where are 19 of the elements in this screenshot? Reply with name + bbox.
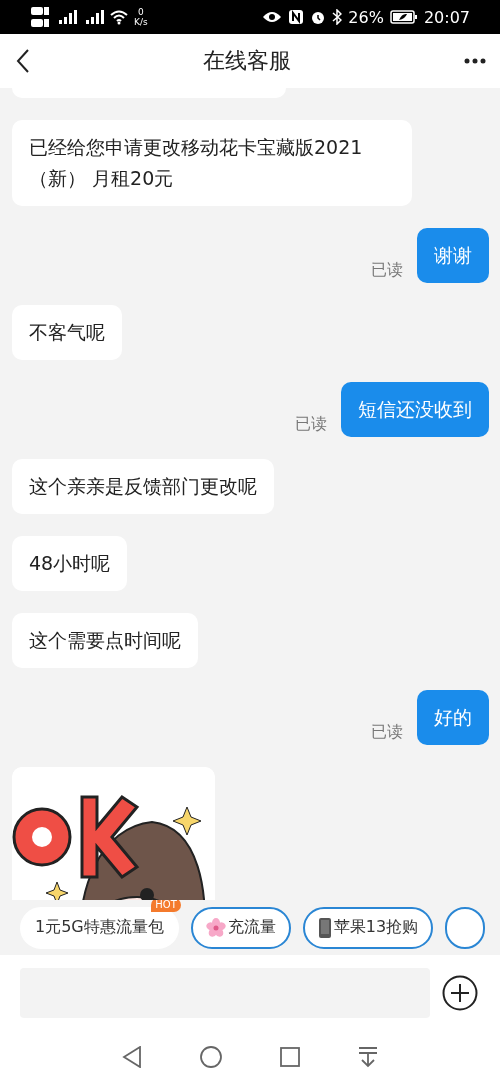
read-status: 已读 [371,722,403,743]
message-bubble: 已经给您申请更改移动花卡宝藏版2021（新） 月租20元 [12,120,412,206]
clock-time: 20:07 [423,7,470,27]
read-status: 已读 [371,260,403,281]
message-bubble: 谢谢 [417,228,489,283]
hot-badge: HOT [151,900,181,912]
message-bubble: 不客气呢 [12,305,122,360]
quick-reply-chip[interactable]: 苹果13抢购 [302,906,434,949]
speed-unit: K/s [134,17,148,27]
network-speed: 0 [137,7,144,17]
message-bubble: 这个亲亲是反馈部门更改呢 [12,459,274,514]
read-status: 已读 [295,414,327,435]
page-title: 在线客服 [203,47,291,75]
quick-reply-chip[interactable]: 充流量 [190,906,291,949]
message-bubble: 短信还没收到 [341,382,489,437]
battery-level: 26% [348,7,384,27]
message-bubble: 好的 [417,690,489,745]
message-bubble: 这个需要点时间呢 [12,613,198,668]
message-bubble: 48小时呢 [12,536,128,591]
